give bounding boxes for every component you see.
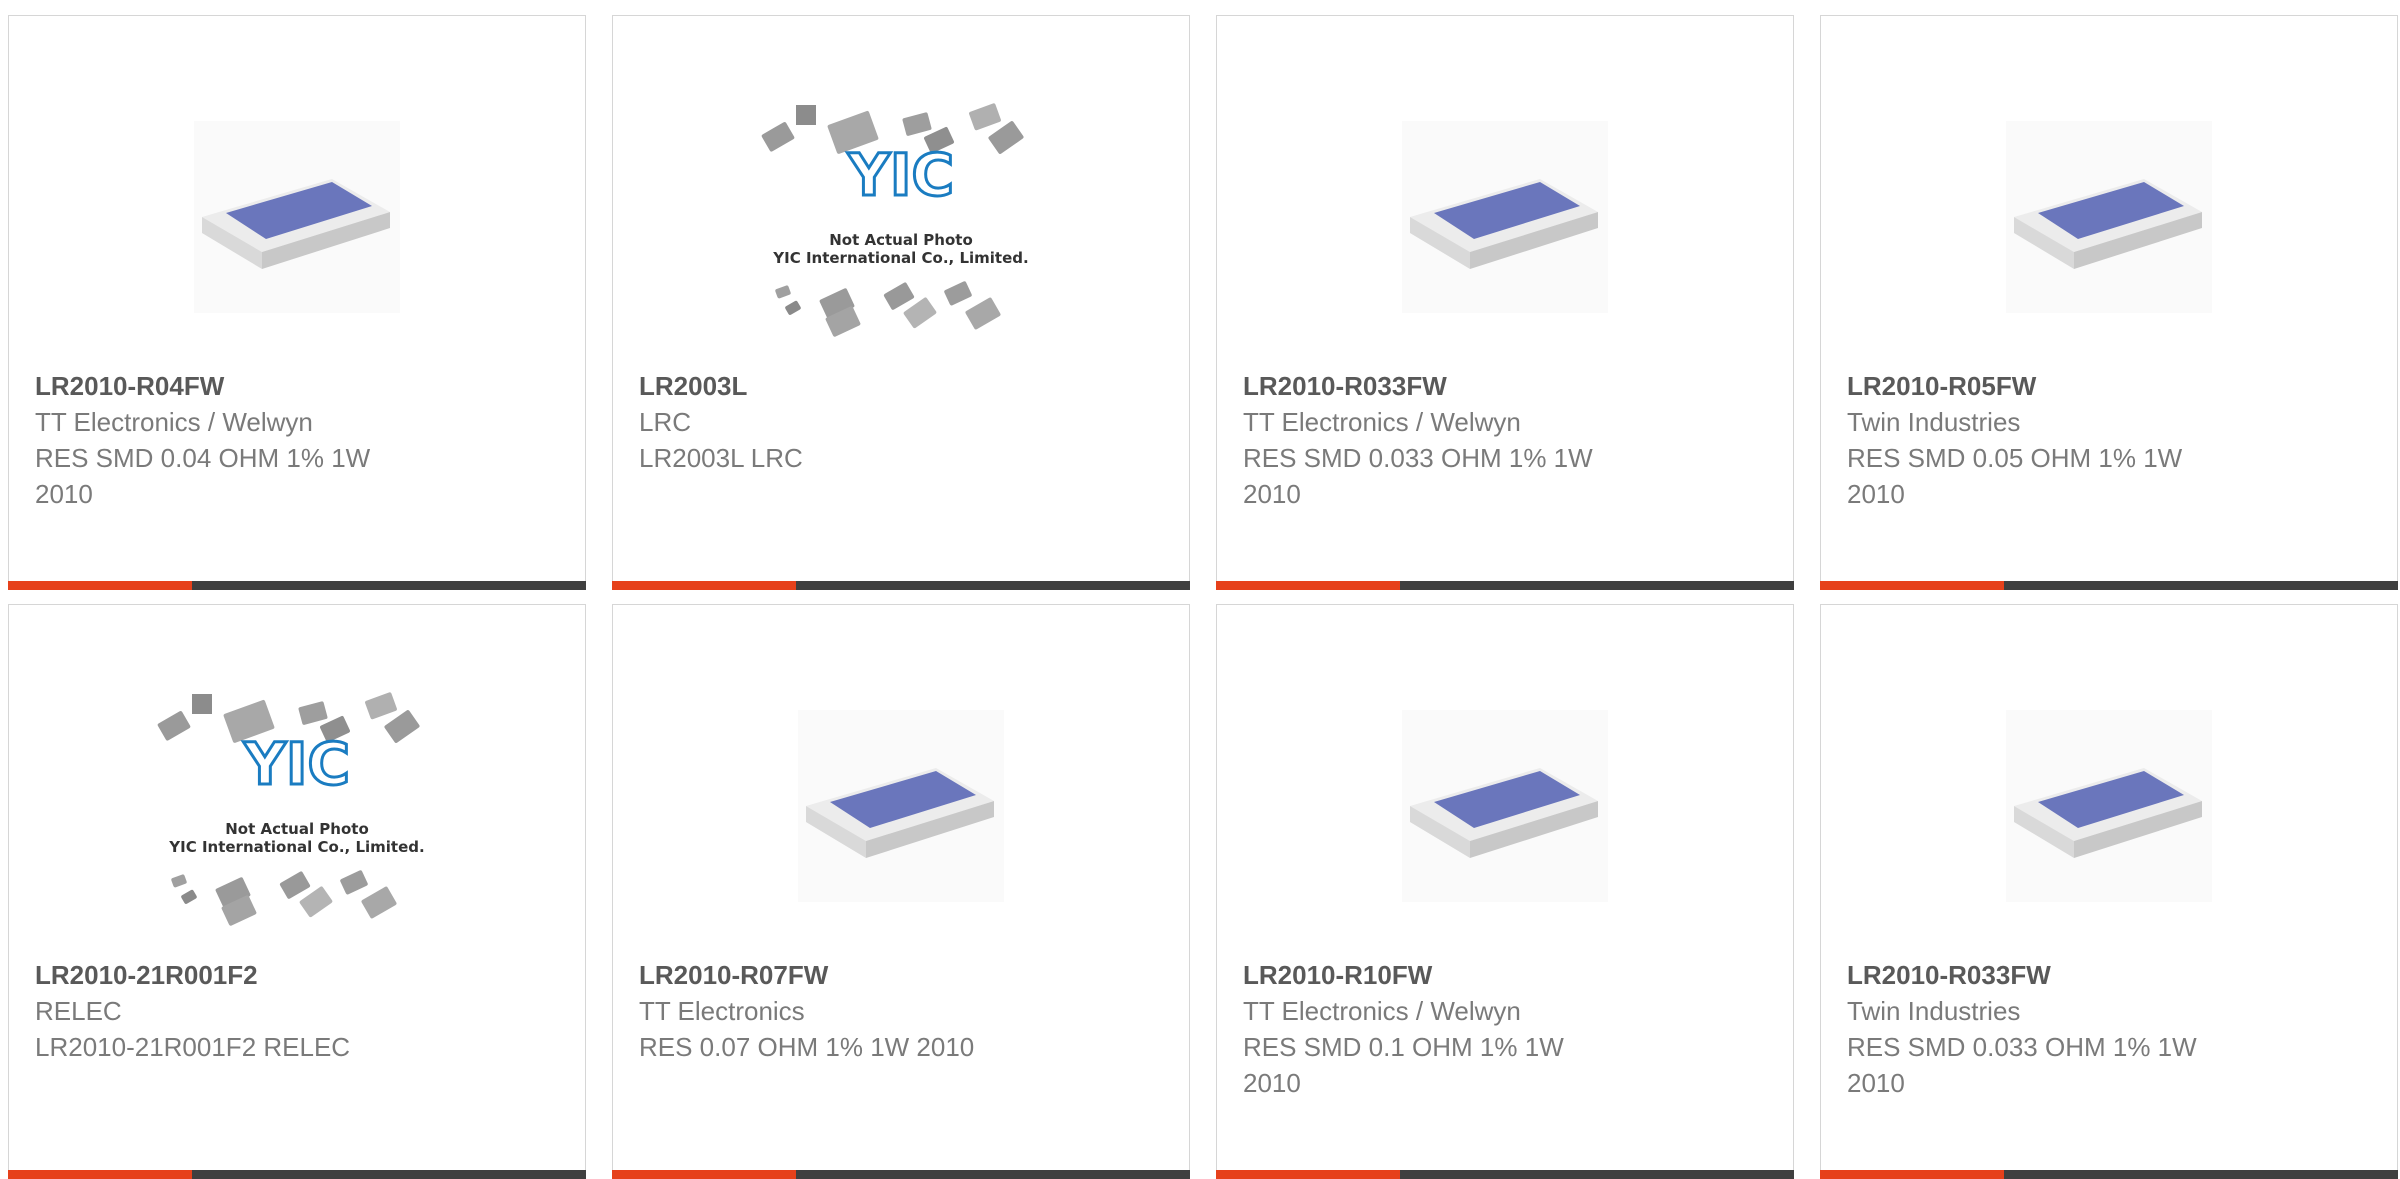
resistor-chip-icon [613,661,1189,951]
part-number[interactable]: LR2010-R04FW [35,368,559,404]
resistor-chip-icon [1821,661,2397,951]
product-card[interactable]: YIC Not Actual Photo YIC International C… [612,15,1190,590]
placeholder-caption-line1: Not Actual Photo [829,231,973,249]
card-bar-accent [8,1170,192,1179]
product-info: LR2010-R04FW TT Electronics / Welwyn RES… [35,368,559,512]
product-card[interactable]: LR2010-R04FW TT Electronics / Welwyn RES… [8,15,586,590]
product-info: LR2010-R10FW TT Electronics / Welwyn RES… [1243,957,1767,1101]
yic-logo: YIC [243,730,350,798]
resistor-chip-icon [1217,661,1793,951]
card-bar-accent [1820,581,2004,590]
product-card[interactable]: LR2010-R07FW TT Electronics RES 0.07 OHM… [612,604,1190,1179]
description: RES 0.07 OHM 1% 1W 2010 [639,1032,975,1062]
part-number[interactable]: LR2010-R033FW [1847,957,2371,993]
description: RES SMD 0.05 OHM 1% 1W 2010 [1847,443,2183,509]
description: LR2010-21R001F2 RELEC [35,1032,351,1062]
card-bottom-bar [8,581,586,590]
card-bar-accent [1216,581,1400,590]
product-info: LR2010-R05FW Twin Industries RES SMD 0.0… [1847,368,2371,512]
not-actual-photo-placeholder: YIC Not Actual Photo YIC International C… [9,661,585,951]
card-bottom-bar [1216,1170,1794,1179]
description: RES SMD 0.04 OHM 1% 1W 2010 [35,443,371,509]
part-number[interactable]: LR2003L [639,368,1163,404]
placeholder-caption-line2: YIC International Co., Limited. [772,249,1028,267]
yic-logo: YIC [847,141,954,209]
card-bottom-bar [1820,581,2398,590]
not-actual-photo-placeholder: YIC Not Actual Photo YIC International C… [613,72,1189,362]
part-number[interactable]: LR2010-R10FW [1243,957,1767,993]
product-card[interactable]: LR2010-R10FW TT Electronics / Welwyn RES… [1216,604,1794,1179]
card-bottom-bar [8,1170,586,1179]
part-number[interactable]: LR2010-21R001F2 [35,957,559,993]
product-card[interactable]: LR2010-R033FW TT Electronics / Welwyn RE… [1216,15,1794,590]
manufacturer: TT Electronics / Welwyn [1243,996,1521,1026]
manufacturer: RELEC [35,996,122,1026]
product-info: LR2010-21R001F2 RELEC LR2010-21R001F2 RE… [35,957,559,1065]
manufacturer: Twin Industries [1847,407,2021,437]
product-card[interactable]: LR2010-R033FW Twin Industries RES SMD 0.… [1820,604,2398,1179]
description: RES SMD 0.033 OHM 1% 1W 2010 [1243,443,1593,509]
card-bottom-bar [1820,1170,2398,1179]
description: RES SMD 0.033 OHM 1% 1W 2010 [1847,1032,2197,1098]
placeholder-caption-line1: Not Actual Photo [225,820,369,838]
manufacturer: Twin Industries [1847,996,2021,1026]
manufacturer: TT Electronics / Welwyn [35,407,313,437]
product-grid: LR2010-R04FW TT Electronics / Welwyn RES… [0,0,2400,1179]
card-bar-accent [8,581,192,590]
product-info: LR2003L LRC LR2003L LRC [639,368,1163,476]
resistor-chip-icon [1821,72,2397,362]
card-bottom-bar [1216,581,1794,590]
card-bar-accent [1820,1170,2004,1179]
product-card[interactable]: LR2010-R05FW Twin Industries RES SMD 0.0… [1820,15,2398,590]
card-bar-accent [612,581,796,590]
resistor-chip-icon [1217,72,1793,362]
part-number[interactable]: LR2010-R033FW [1243,368,1767,404]
card-bottom-bar [612,1170,1190,1179]
manufacturer: TT Electronics / Welwyn [1243,407,1521,437]
product-info: LR2010-R07FW TT Electronics RES 0.07 OHM… [639,957,1163,1065]
placeholder-caption-line2: YIC International Co., Limited. [168,838,424,856]
manufacturer: TT Electronics [639,996,805,1026]
card-bottom-bar [612,581,1190,590]
part-number[interactable]: LR2010-R07FW [639,957,1163,993]
product-card[interactable]: YIC Not Actual Photo YIC International C… [8,604,586,1179]
description: RES SMD 0.1 OHM 1% 1W 2010 [1243,1032,1564,1098]
part-number[interactable]: LR2010-R05FW [1847,368,2371,404]
card-bar-accent [1216,1170,1400,1179]
product-info: LR2010-R033FW TT Electronics / Welwyn RE… [1243,368,1767,512]
manufacturer: LRC [639,407,692,437]
resistor-chip-icon [9,72,585,362]
description: LR2003L LRC [639,443,803,473]
card-bar-accent [612,1170,796,1179]
product-info: LR2010-R033FW Twin Industries RES SMD 0.… [1847,957,2371,1101]
